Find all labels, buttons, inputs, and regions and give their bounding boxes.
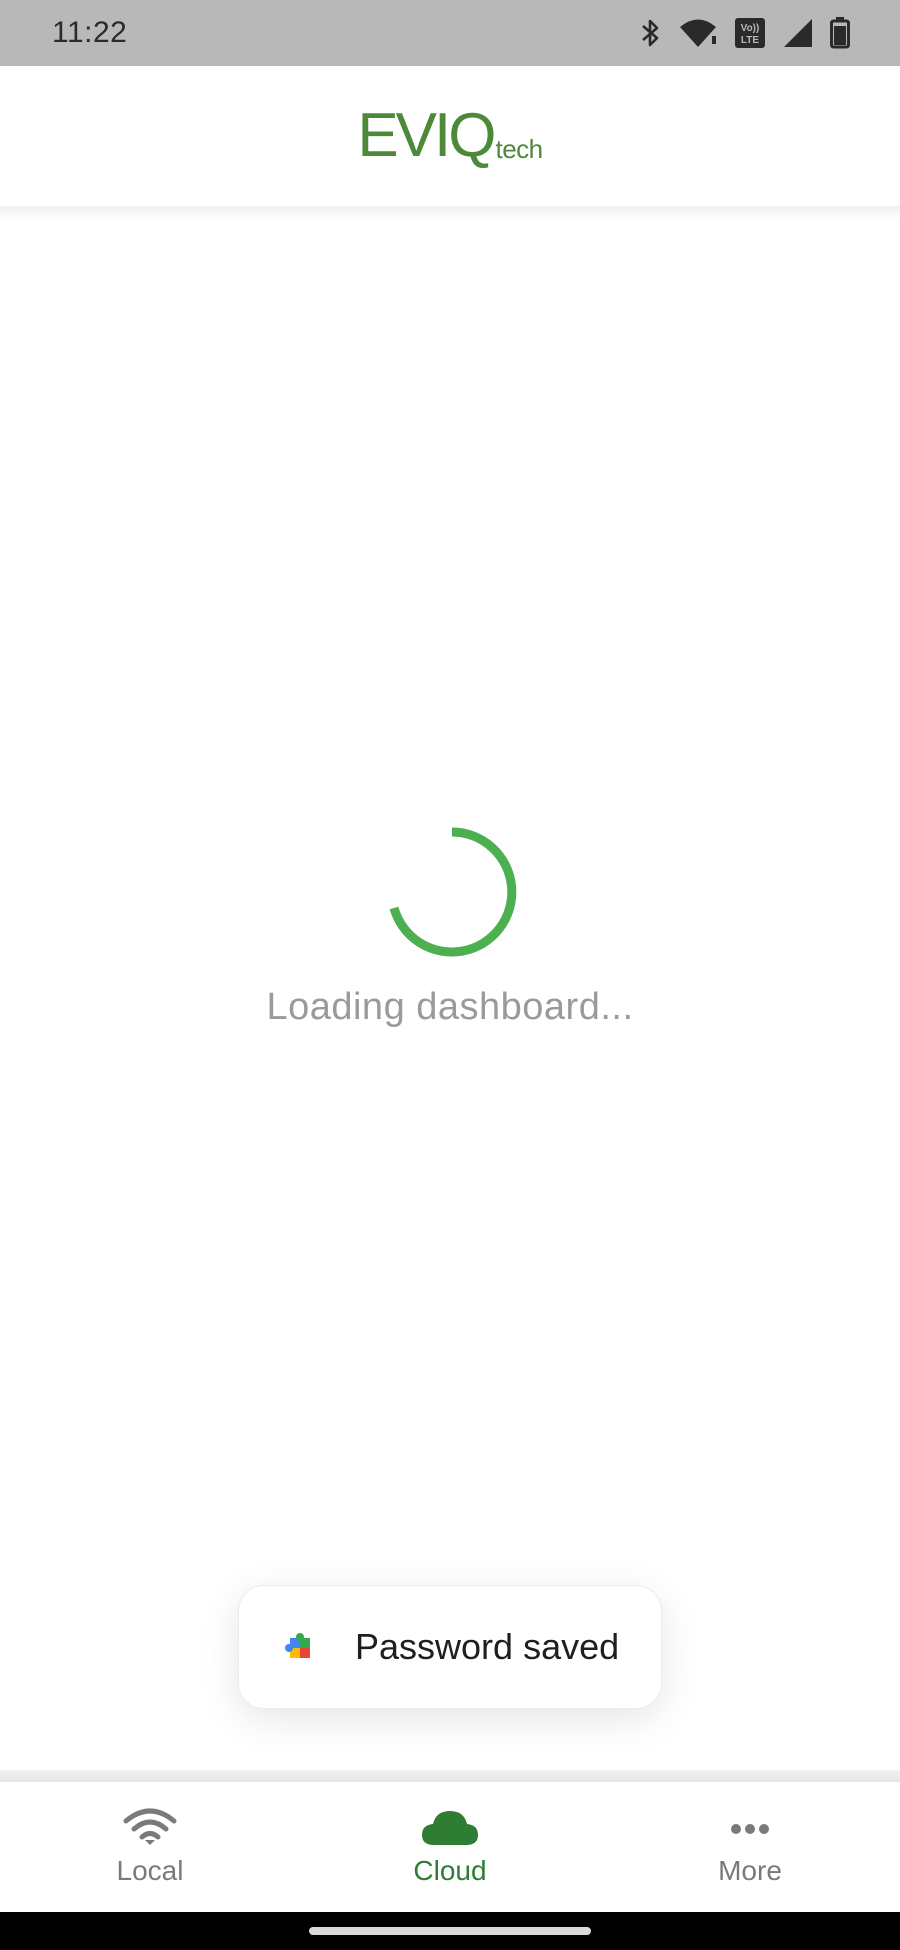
system-gesture-bar	[0, 1912, 900, 1950]
nav-label-cloud: Cloud	[413, 1855, 487, 1886]
nav-item-local[interactable]: Local	[0, 1782, 300, 1912]
nav-label-more: More	[718, 1855, 782, 1886]
gesture-handle[interactable]	[309, 1927, 591, 1935]
signal-icon	[782, 17, 814, 49]
brand-logo: EVIQ tech	[357, 101, 544, 170]
bluetooth-icon	[640, 17, 662, 49]
toast-message: Password saved	[355, 1626, 620, 1667]
bottom-nav-divider	[0, 1770, 900, 1782]
more-horizontal-icon	[731, 1824, 769, 1834]
nav-item-cloud[interactable]: Cloud	[300, 1782, 600, 1912]
bottom-nav: Local Cloud More	[0, 1782, 900, 1912]
volte-bottom-text: LTE	[741, 35, 759, 46]
nav-item-more[interactable]: More	[600, 1782, 900, 1912]
cloud-icon	[422, 1811, 478, 1845]
header-divider	[0, 206, 900, 220]
wifi-icon	[678, 18, 718, 48]
status-bar: 11:22 Vo)) LTE	[0, 0, 900, 66]
status-time: 11:22	[52, 16, 128, 49]
status-icons: Vo)) LTE	[640, 17, 850, 49]
battery-icon	[830, 17, 850, 49]
nav-label-local: Local	[116, 1855, 184, 1886]
app-header: EVIQ tech	[0, 66, 900, 206]
loading-text: Loading dashboard...	[266, 986, 634, 1028]
logo-main-text: EVIQ	[357, 101, 496, 170]
wifi-icon	[123, 1808, 177, 1845]
loading-spinner	[389, 827, 517, 957]
logo-suffix-text: tech	[495, 134, 544, 164]
password-saved-toast: Password saved	[238, 1585, 662, 1709]
volte-icon: Vo)) LTE	[734, 17, 766, 49]
puzzle-icon	[285, 1633, 310, 1658]
volte-top-text: Vo))	[741, 23, 760, 34]
